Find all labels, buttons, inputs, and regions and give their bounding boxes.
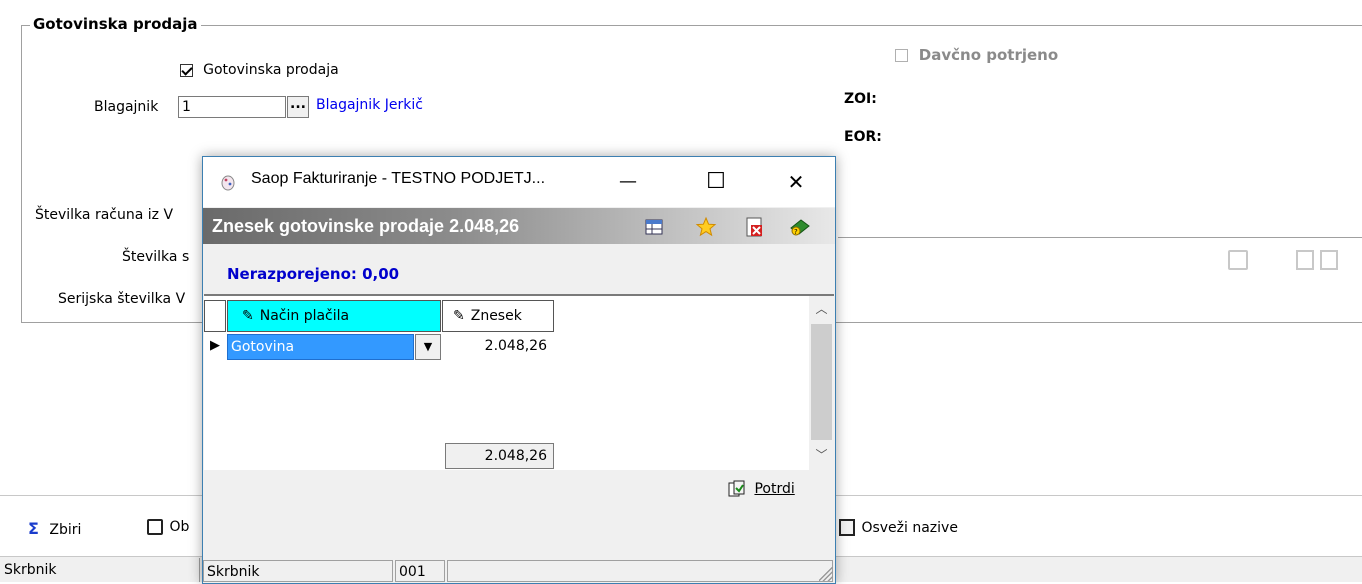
dialog-statusbar: Skrbnik 001 [203, 559, 835, 583]
gotovinska-checkbox-label: Gotovinska prodaja [203, 62, 339, 78]
potrdi-label: Potrdi [754, 481, 795, 497]
zoi-label: ZOI: [844, 91, 877, 107]
close-document-icon[interactable] [743, 216, 765, 238]
dialog-titlebar[interactable]: Saop Fakturiranje - TESTNO PODJETJ... — … [203, 157, 835, 207]
nerazporejeno-label: Nerazporejeno: 0,00 [227, 265, 400, 283]
column-header-znesek-label: Znesek [470, 308, 522, 324]
zbiri-label: Zbiri [49, 522, 82, 538]
blagajnik-browse-button[interactable]: ... [287, 96, 309, 118]
dialog-status-skrbnik-value: 001 [395, 560, 445, 582]
grid-indicator-header [204, 300, 226, 332]
osvezi-label: Osveži nazive [861, 519, 958, 536]
payment-dialog: Saop Fakturiranje - TESTNO PODJETJ... — … [202, 156, 836, 584]
documents-icon [147, 519, 163, 535]
column-header-nacin[interactable]: ✎ Način plačila [227, 300, 441, 332]
disabled-document-icon [1296, 250, 1314, 270]
dialog-status-skrbnik-label: Skrbnik [203, 560, 393, 582]
column-header-znesek[interactable]: ✎ Znesek [442, 300, 554, 332]
serijska-stevilka-label: Serijska številka V [58, 291, 186, 307]
chevron-down-icon[interactable]: ▼ [415, 334, 441, 360]
separator-line [838, 237, 1362, 238]
maximize-button[interactable]: ☐ [693, 157, 739, 207]
zbiri-button[interactable]: Σ Zbiri [28, 519, 81, 538]
dialog-status-empty [447, 560, 833, 582]
osvezi-nazive-button[interactable]: Osveži nazive [839, 519, 958, 536]
disabled-import-icon [1228, 250, 1248, 270]
confirm-documents-icon [728, 480, 745, 497]
close-button[interactable]: ✕ [773, 157, 819, 207]
sigma-icon: Σ [28, 519, 39, 538]
help-book-icon[interactable]: ? [789, 216, 811, 238]
blagajnik-input[interactable]: 1 [178, 96, 286, 118]
favorite-star-icon[interactable] [695, 216, 717, 238]
potrdi-button[interactable]: Potrdi [727, 480, 795, 498]
dialog-title: Saop Fakturiranje - TESTNO PODJETJ... [251, 170, 546, 187]
dialog-header-bar: Znesek gotovinske prodaje 2.048,26 ? [203, 208, 835, 244]
gotovinska-checkbox[interactable] [180, 64, 193, 77]
davcno-potrjeno-checkbox [895, 49, 908, 62]
svg-text:?: ? [794, 228, 798, 236]
nacin-placila-select[interactable]: Gotovina [227, 334, 414, 360]
blagajnik-name-link[interactable]: Blagajnik Jerkič [316, 97, 423, 113]
resize-grip-icon[interactable] [819, 567, 833, 581]
znesek-cell[interactable]: 2.048,26 [445, 334, 553, 360]
current-row-arrow-icon: ▶ [210, 338, 220, 353]
pencil-icon: ✎ [242, 308, 254, 324]
dialog-header-title: Znesek gotovinske prodaje 2.048,26 [212, 216, 520, 236]
table-settings-icon[interactable] [643, 216, 665, 238]
eor-label: EOR: [844, 129, 882, 145]
app-icon [221, 175, 235, 191]
total-znesek: 2.048,26 [445, 443, 554, 469]
payment-grid: ✎ Način plačila ✎ Znesek ▶ Gotovina ▼ 2.04… [204, 294, 834, 470]
davcno-potrjeno-label: Davčno potrjeno [918, 46, 1059, 64]
blagajnik-label: Blagajnik [94, 99, 159, 115]
stevilka-s-label: Številka s [122, 249, 190, 265]
minimize-button[interactable]: — [605, 157, 651, 207]
scroll-up-icon[interactable]: ︿ [809, 296, 834, 322]
group-title: Gotovinska prodaja [30, 15, 201, 33]
ob-label: Ob [169, 519, 190, 535]
scroll-down-icon[interactable]: ﹀ [809, 442, 834, 468]
pencil-icon: ✎ [453, 308, 465, 324]
grid-scrollbar[interactable]: ︿ ﹀ [809, 296, 834, 470]
davcno-potrjeno-row: Davčno potrjeno [895, 46, 1058, 64]
column-header-nacin-label: Način plačila [259, 308, 350, 324]
ob-button[interactable]: Ob [147, 519, 189, 535]
status-divider [199, 558, 200, 582]
stevilka-racuna-label: Številka računa iz V [35, 207, 174, 223]
disabled-document2-icon [1320, 250, 1338, 270]
refresh-names-icon [839, 519, 855, 536]
main-status-skrbnik-label: Skrbnik [4, 562, 57, 578]
scroll-thumb[interactable] [811, 324, 832, 440]
gotovinska-checkbox-row[interactable]: Gotovinska prodaja [180, 62, 339, 78]
